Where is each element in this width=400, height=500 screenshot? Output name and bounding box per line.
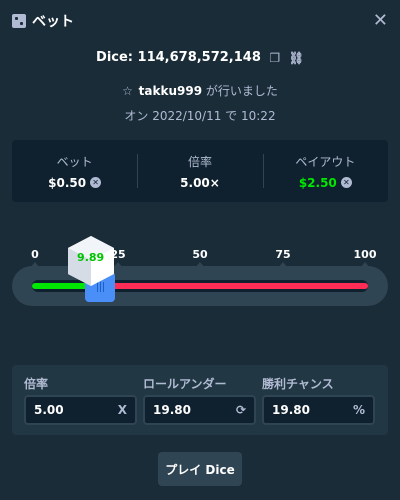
win-chance-group: 勝利チャンス %	[262, 375, 375, 425]
stat-bet-label: ベット	[56, 154, 93, 169]
multiplier-group: 倍率 X	[24, 375, 137, 425]
lose-range-bar	[100, 283, 368, 289]
bet-date: オン 2022/10/11 で 10:22	[124, 109, 276, 123]
percent-suffix: %	[352, 403, 365, 417]
modal-header: ベット ✕	[12, 8, 388, 34]
stat-bet: ベット $0.50 ✕	[12, 140, 137, 202]
play-dice-button[interactable]: プレイ Dice	[158, 452, 242, 486]
stat-multiplier-value-row: 5.00×	[180, 176, 220, 190]
stat-bet-value: $0.50	[48, 175, 87, 190]
multiplier-suffix: X	[117, 403, 127, 417]
stat-payout: ペイアウト $2.50 ✕	[262, 140, 388, 202]
controls-panel: 倍率 X ロールアンダー ⟳ 勝利チャンス %	[12, 365, 388, 435]
slider-ticks: 0 25 50 75 100	[0, 248, 400, 262]
tick-label: 0	[31, 248, 39, 261]
multiplier-field-box: X	[24, 395, 137, 425]
roll-under-field-box: ⟳	[143, 395, 256, 425]
tick-label: 100	[353, 248, 377, 261]
roll-result: 9.89	[77, 251, 105, 264]
stat-payout-value: $2.50	[298, 175, 337, 190]
tick-label: 50	[192, 248, 208, 261]
dice-id: Dice: 114,678,572,148	[96, 50, 261, 65]
multiplier-input[interactable]	[34, 403, 118, 417]
dice-id-line: Dice: 114,678,572,148 ❐ ⛓	[0, 50, 400, 65]
close-icon[interactable]: ✕	[373, 12, 388, 30]
currency-icon: ✕	[90, 177, 102, 188]
bet-modal: ベット ✕ Dice: 114,678,572,148 ❐ ⛓ ☆ takku9…	[0, 0, 400, 500]
roll-under-group: ロールアンダー ⟳	[143, 375, 256, 425]
stat-multiplier: 倍率 5.00×	[137, 140, 262, 202]
win-chance-field-box: %	[262, 395, 375, 425]
stat-payout-value-row: $2.50 ✕	[299, 176, 352, 190]
user-suffix: が行いました	[205, 84, 278, 98]
win-chance-input[interactable]	[272, 403, 353, 417]
stat-bet-value-row: $0.50 ✕	[48, 175, 102, 190]
roll-under-label: ロールアンダー	[143, 377, 227, 391]
dice-game-icon	[12, 14, 26, 28]
link-icon[interactable]: ⛓	[289, 51, 304, 65]
currency-icon: ✕	[340, 177, 352, 188]
roll-under-input[interactable]	[153, 403, 236, 417]
multiplier-label: 倍率	[24, 377, 49, 391]
stats-panel: ベット $0.50 ✕ 倍率 5.00× ペイアウト $2.50 ✕	[12, 140, 388, 202]
refresh-icon[interactable]: ⟳	[236, 403, 246, 417]
star-icon: ☆	[122, 84, 133, 98]
copy-icon[interactable]: ❐	[269, 51, 280, 65]
tick-label: 75	[275, 248, 291, 261]
stat-multiplier-label: 倍率	[187, 154, 212, 169]
user-line: ☆ takku999 が行いました	[0, 82, 400, 99]
stat-multiplier-value: 5.00×	[180, 175, 220, 190]
username-link[interactable]: takku999	[139, 84, 202, 98]
modal-title: ベット	[32, 14, 74, 30]
stat-payout-label: ペイアウト	[295, 154, 356, 169]
win-chance-label: 勝利チャンス	[262, 377, 334, 391]
